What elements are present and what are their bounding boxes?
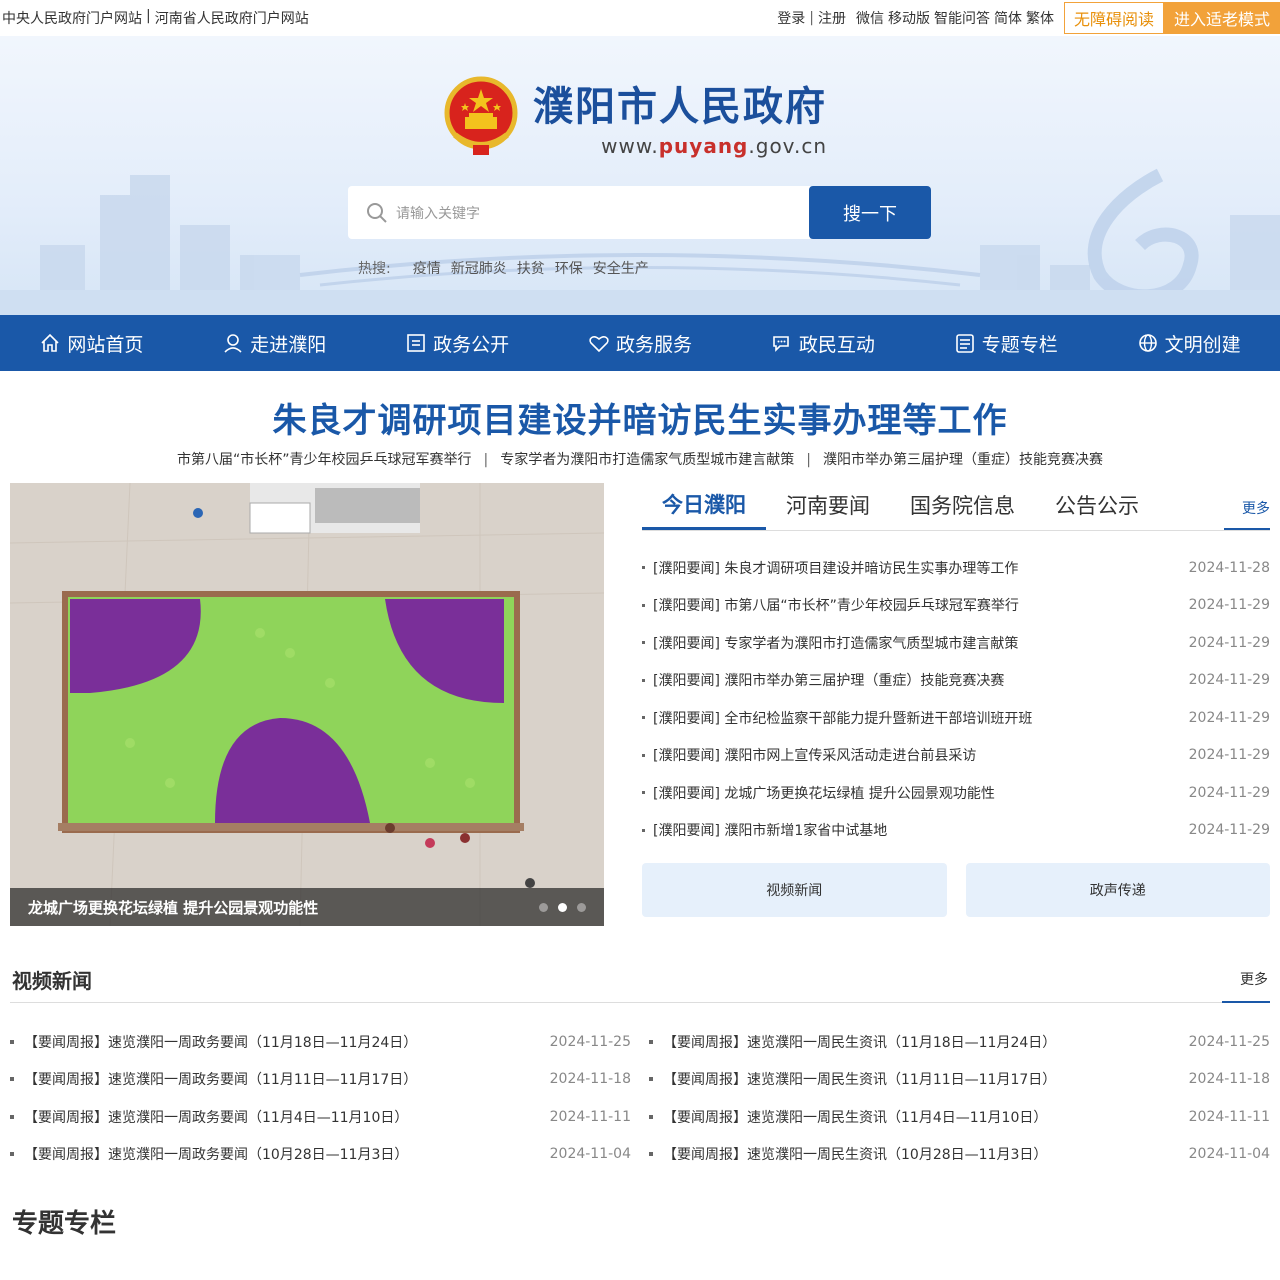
section-title: 视频新闻: [12, 969, 92, 993]
search-bar: 请输入关键字 搜一下: [348, 186, 931, 239]
accessible-reading-button[interactable]: 无障碍阅读: [1063, 2, 1164, 34]
list-item[interactable]: [濮阳要闻] 朱良才调研项目建设并暗访民生实事办理等工作 2024-11-28: [642, 549, 1270, 587]
list-item[interactable]: [濮阳要闻] 濮阳市网上宣传采风活动走进台前县采访 2024-11-29: [642, 737, 1270, 775]
heart-icon: [589, 336, 609, 353]
headline-news[interactable]: 朱良才调研项目建设并暗访民生实事办理等工作: [0, 393, 1280, 441]
header-banner: 濮阳市人民政府 www.puyang.gov.cn 请输入关键字 搜一下 热搜:…: [0, 36, 1280, 315]
home-icon: [41, 333, 59, 352]
sub-headline[interactable]: 濮阳市举办第三届护理（重症）技能竞赛决赛: [823, 452, 1103, 468]
nav-home[interactable]: 网站首页: [0, 330, 183, 357]
chat-icon: [773, 336, 789, 352]
site-logo[interactable]: 濮阳市人民政府 www.puyang.gov.cn: [443, 74, 827, 158]
flowerbed-photo: [10, 483, 604, 926]
list-item[interactable]: 【要闻周报】速览濮阳一周政务要闻（11月11日—11月17日） 2024-11-1…: [10, 1061, 631, 1099]
video-news-header: 视频新闻 更多: [10, 939, 1270, 1003]
list-item[interactable]: 【要闻周报】速览濮阳一周政务要闻（10月28日—11月3日） 2024-11-04: [10, 1136, 631, 1174]
photo-caption[interactable]: 龙城广场更换花坛绿植 提升公园景观功能性: [28, 897, 318, 918]
wechat-link[interactable]: 微信: [856, 8, 884, 28]
main-news-section: 龙城广场更换花坛绿植 提升公园景观功能性 今日濮阳 河南要闻 国务院信息 公告公…: [0, 469, 1280, 939]
main-nav: 网站首页 走进濮阳 政务公开 政务服务 政民互动 专题专栏 文明创建: [0, 315, 1280, 371]
register-link[interactable]: 注册: [818, 8, 846, 28]
list-item[interactable]: 【要闻周报】速览濮阳一周政务要闻（11月18日—11月24日） 2024-11-2…: [10, 1023, 631, 1061]
person-icon: [224, 334, 242, 353]
news-more-link[interactable]: 更多: [1242, 498, 1270, 518]
top-right-links: 登录 | 注册 微信 移动版 智能问答 简体 繁体 无障碍阅读 进入适老模式: [775, 0, 1280, 36]
carousel-dots: [539, 902, 586, 912]
site-url: www.puyang.gov.cn: [601, 134, 827, 158]
sub-headline[interactable]: 专家学者为濮阳市打造儒家气质型城市建言献策: [500, 452, 794, 468]
hot-keyword[interactable]: 新冠肺炎: [451, 258, 507, 278]
simplified-link[interactable]: 简体: [994, 8, 1022, 28]
nav-gov-service[interactable]: 政务服务: [549, 330, 732, 357]
hot-keyword[interactable]: 疫情: [413, 258, 441, 278]
tab-state-council[interactable]: 国务院信息: [890, 490, 1035, 530]
nav-gov-affairs[interactable]: 政务公开: [366, 330, 549, 357]
hot-search: 热搜: 疫情 新冠肺炎 扶贫 环保 安全生产: [358, 258, 649, 278]
list-icon: [955, 334, 974, 353]
sub-headline[interactable]: 市第八届“市长杯”青少年校园乒乓球冠军赛举行: [177, 452, 472, 468]
hot-keyword[interactable]: 扶贫: [517, 258, 545, 278]
list-item[interactable]: [濮阳要闻] 专家学者为濮阳市打造儒家气质型城市建言献策 2024-11-29: [642, 624, 1270, 662]
list-item[interactable]: 【要闻周报】速览濮阳一周民生资讯（10月28日—11月3日） 2024-11-04: [649, 1136, 1270, 1174]
video-news-button[interactable]: 视频新闻: [642, 863, 947, 917]
carousel-dot-active[interactable]: [558, 902, 567, 912]
search-placeholder: 请输入关键字: [396, 205, 480, 222]
top-left-links: 中央人民政府门户网站 | 河南省人民政府门户网站: [2, 8, 309, 28]
login-link[interactable]: 登录: [777, 8, 805, 28]
nav-civilization[interactable]: 文明创建: [1097, 330, 1280, 357]
tab-today-puyang[interactable]: 今日濮阳: [642, 489, 766, 530]
carousel-dot[interactable]: [539, 902, 548, 912]
video-news-list: 【要闻周报】速览濮阳一周政务要闻（11月18日—11月24日） 2024-11-2…: [0, 1003, 1280, 1173]
list-item[interactable]: 【要闻周报】速览濮阳一周民生资讯（11月4日—11月10日） 2024-11-11: [649, 1098, 1270, 1136]
list-item[interactable]: [濮阳要闻] 龙城广场更换花坛绿植 提升公园景观功能性 2024-11-29: [642, 774, 1270, 812]
sub-headlines: 市第八届“市长杯”青少年校园乒乓球冠军赛举行 | 专家学者为濮阳市打造儒家气质型城市…: [177, 452, 1103, 468]
smart-qa-link[interactable]: 智能问答: [934, 8, 990, 28]
list-item[interactable]: 【要闻周报】速览濮阳一周政务要闻（11月4日—11月10日） 2024-11-11: [10, 1098, 631, 1136]
news-list: [濮阳要闻] 朱良才调研项目建设并暗访民生实事办理等工作 2024-11-28 […: [642, 549, 1270, 849]
video-more-link[interactable]: 更多: [1240, 969, 1268, 989]
national-emblem-icon: [444, 76, 518, 155]
search-input[interactable]: 请输入关键字: [348, 186, 810, 239]
document-icon: [407, 334, 425, 352]
henan-gov-link[interactable]: 河南省人民政府门户网站: [155, 8, 309, 28]
list-item[interactable]: 【要闻周报】速览濮阳一周民生资讯（11月11日—11月17日） 2024-11-1…: [649, 1061, 1270, 1099]
list-item[interactable]: [濮阳要闻] 市第八届“市长杯”青少年校园乒乓球冠军赛举行 2024-11-29: [642, 587, 1270, 625]
list-item[interactable]: [濮阳要闻] 全市纪检监察干部能力提升暨新进干部培训班开班 2024-11-29: [642, 699, 1270, 737]
list-item[interactable]: [濮阳要闻] 濮阳市新增1家省中试基地 2024-11-29: [642, 812, 1270, 850]
site-title: 濮阳市人民政府: [533, 83, 827, 130]
photo-carousel[interactable]: 龙城广场更换花坛绿植 提升公园景观功能性: [10, 483, 604, 926]
globe-icon: [1138, 334, 1157, 352]
tab-henan-news[interactable]: 河南要闻: [766, 490, 890, 530]
nav-interaction[interactable]: 政民互动: [731, 330, 914, 357]
hot-keyword[interactable]: 环保: [555, 258, 583, 278]
carousel-dot[interactable]: [577, 902, 586, 912]
nav-topics[interactable]: 专题专栏: [914, 330, 1097, 357]
mobile-link[interactable]: 移动版: [888, 8, 930, 28]
nav-about[interactable]: 走进濮阳: [183, 330, 366, 357]
search-icon: [367, 202, 387, 223]
elder-mode-button[interactable]: 进入适老模式: [1163, 2, 1280, 34]
gov-voice-button[interactable]: 政声传递: [965, 863, 1270, 917]
news-tabs: 今日濮阳 河南要闻 国务院信息 公告公示 更多: [642, 483, 1270, 531]
traditional-link[interactable]: 繁体: [1026, 8, 1054, 28]
list-item[interactable]: [濮阳要闻] 濮阳市举办第三届护理（重症）技能竞赛决赛 2024-11-29: [642, 662, 1270, 700]
central-gov-link[interactable]: 中央人民政府门户网站: [2, 8, 142, 28]
tab-announcements[interactable]: 公告公示: [1035, 490, 1159, 530]
hot-search-label: 热搜:: [358, 261, 391, 277]
topics-section-title: 专题专栏: [12, 1209, 117, 1239]
search-button[interactable]: 搜一下: [809, 186, 931, 239]
top-bar: 中央人民政府门户网站 | 河南省人民政府门户网站 登录 | 注册 微信 移动版 …: [0, 0, 1280, 36]
news-tab-panel: 今日濮阳 河南要闻 国务院信息 公告公示 更多 [濮阳要闻] 朱良才调研项目建设…: [642, 483, 1270, 917]
hot-keyword[interactable]: 安全生产: [593, 258, 649, 278]
list-item[interactable]: 【要闻周报】速览濮阳一周民生资讯（11月18日—11月24日） 2024-11-2…: [649, 1023, 1270, 1061]
